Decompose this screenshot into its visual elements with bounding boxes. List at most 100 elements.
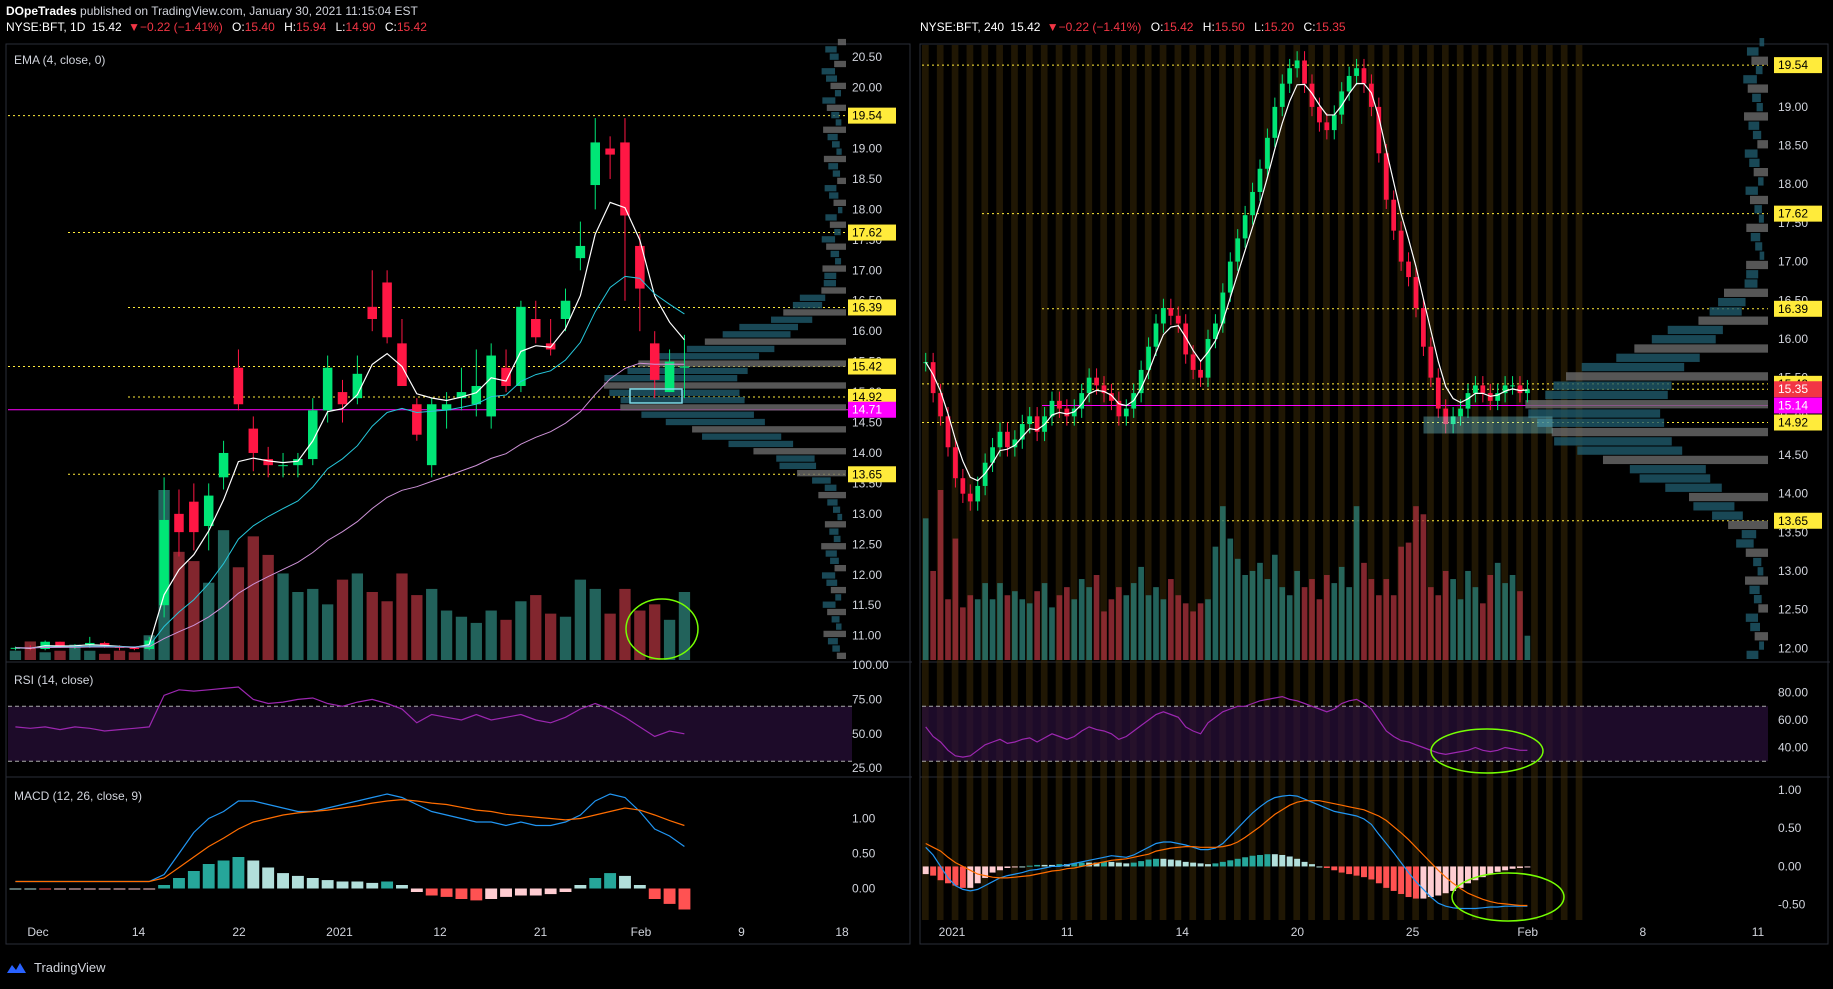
candle-body (1346, 75, 1352, 92)
volume-profile-bar (832, 645, 840, 652)
volume-bar (1116, 587, 1122, 660)
volume-bar (1301, 587, 1308, 660)
macd-hist-bar (1004, 866, 1011, 868)
price-label: 13.65 (1778, 514, 1808, 528)
volume-bar (1517, 591, 1523, 660)
session-band (1531, 45, 1538, 920)
volume-bar (1405, 542, 1412, 660)
session-band (1486, 45, 1494, 920)
x-tick-label: 14 (1176, 925, 1190, 939)
volume-bar (1049, 607, 1055, 660)
volume-profile-bar (1718, 297, 1746, 307)
candle-body (1220, 292, 1226, 324)
volume-profile-bar (702, 433, 782, 440)
y-tick-label: 18.00 (1778, 177, 1808, 191)
macd-hist-bar (959, 866, 966, 888)
session-band (1115, 45, 1122, 920)
macd-hist-bar (24, 888, 37, 890)
candle-body (218, 452, 229, 478)
x-tick-label: Dec (27, 925, 48, 939)
session-band (1545, 45, 1553, 920)
macd-tick-label: 0.50 (852, 847, 876, 861)
candle-body (1265, 137, 1270, 169)
x-tick-label: 20 (1291, 925, 1305, 939)
ema-label: EMA (4, close, 0) (14, 53, 105, 67)
volume-profile-bar (1528, 409, 1661, 418)
volume-profile-bar (825, 46, 837, 53)
volume-profile-bar (832, 170, 841, 177)
volume-bar (1175, 595, 1182, 660)
candle-body (664, 361, 675, 393)
volume-bar (922, 518, 929, 660)
volume-profile-bar (824, 185, 837, 192)
volume-bar (1012, 591, 1018, 660)
volume-bar (188, 561, 200, 660)
volume-profile-bar (834, 60, 846, 68)
y-tick-label: 16.00 (1778, 332, 1808, 346)
session-band (1516, 45, 1523, 920)
volume-bar (1286, 595, 1293, 660)
candle-body (1005, 431, 1010, 448)
session-band (1070, 45, 1078, 920)
volume-bar (967, 595, 974, 660)
rsi-label: RSI (14, close) (14, 673, 93, 687)
volume-bar (1138, 566, 1144, 660)
volume-bar (9, 650, 22, 660)
volume-bar (113, 650, 126, 660)
volume-profile-bar (783, 309, 846, 316)
volume-profile-bar (1759, 251, 1765, 260)
macd-hist-bar (396, 885, 408, 889)
macd-label: MACD (12, 26, close, 9) (14, 789, 142, 803)
candle-body (203, 495, 214, 527)
volume-bar (589, 588, 601, 660)
volume-bar (247, 536, 259, 660)
session-band (1011, 45, 1018, 920)
candle-body (233, 367, 244, 405)
volume-bar (1279, 587, 1286, 660)
volume-bar (277, 573, 289, 660)
volume-profile-bar (641, 411, 754, 418)
macd-hist-bar (1205, 864, 1211, 867)
macd-hist-bar (1041, 864, 1048, 867)
macd-hist-bar (262, 867, 275, 889)
volume-profile-bar (728, 440, 794, 448)
rsi-band (922, 706, 1768, 762)
volume-profile-bar (665, 418, 765, 426)
candle-body (960, 478, 966, 494)
volume-bar (1123, 595, 1130, 660)
x-tick-label: 11 (1752, 925, 1765, 939)
macd-hist-bar (1331, 866, 1338, 871)
candle-body (575, 245, 586, 259)
volume-bar (217, 530, 230, 660)
macd-hist-bar (1338, 866, 1345, 873)
volume-profile-bar (1746, 270, 1759, 279)
volume-bar (1353, 506, 1360, 660)
macd-hist-bar (1420, 866, 1427, 899)
candle-body (501, 367, 511, 386)
macd-hist-bar (619, 875, 631, 889)
candle-body (1242, 215, 1248, 239)
rsi-tick-label: 100.00 (852, 658, 889, 672)
price-label: 14.71 (852, 403, 882, 417)
tradingview-logo[interactable]: TradingView (6, 960, 106, 975)
macd-hist-bar (306, 878, 319, 889)
charts-canvas[interactable]: 20.5020.0019.5019.0018.5018.0017.5017.00… (0, 0, 1833, 989)
volume-bar (1257, 562, 1263, 660)
candle-body (486, 355, 496, 417)
volume-profile-bar (1755, 242, 1763, 251)
candle-body (412, 404, 422, 435)
session-band (1337, 45, 1345, 920)
price-label: 14.92 (1778, 416, 1808, 430)
volume-bar (292, 592, 304, 660)
macd-hist-bar (1264, 854, 1271, 867)
candle-body (953, 447, 958, 479)
volume-profile-bar (826, 243, 846, 250)
macd-hist-bar (39, 888, 52, 890)
volume-profile-bar (834, 228, 841, 236)
volume-bar (982, 583, 988, 660)
candle-body (1517, 385, 1523, 394)
y-tick-label: 17.00 (1778, 255, 1808, 269)
volume-bar (1190, 611, 1196, 660)
candle-body (1324, 122, 1330, 131)
volume-bar (1368, 579, 1375, 660)
